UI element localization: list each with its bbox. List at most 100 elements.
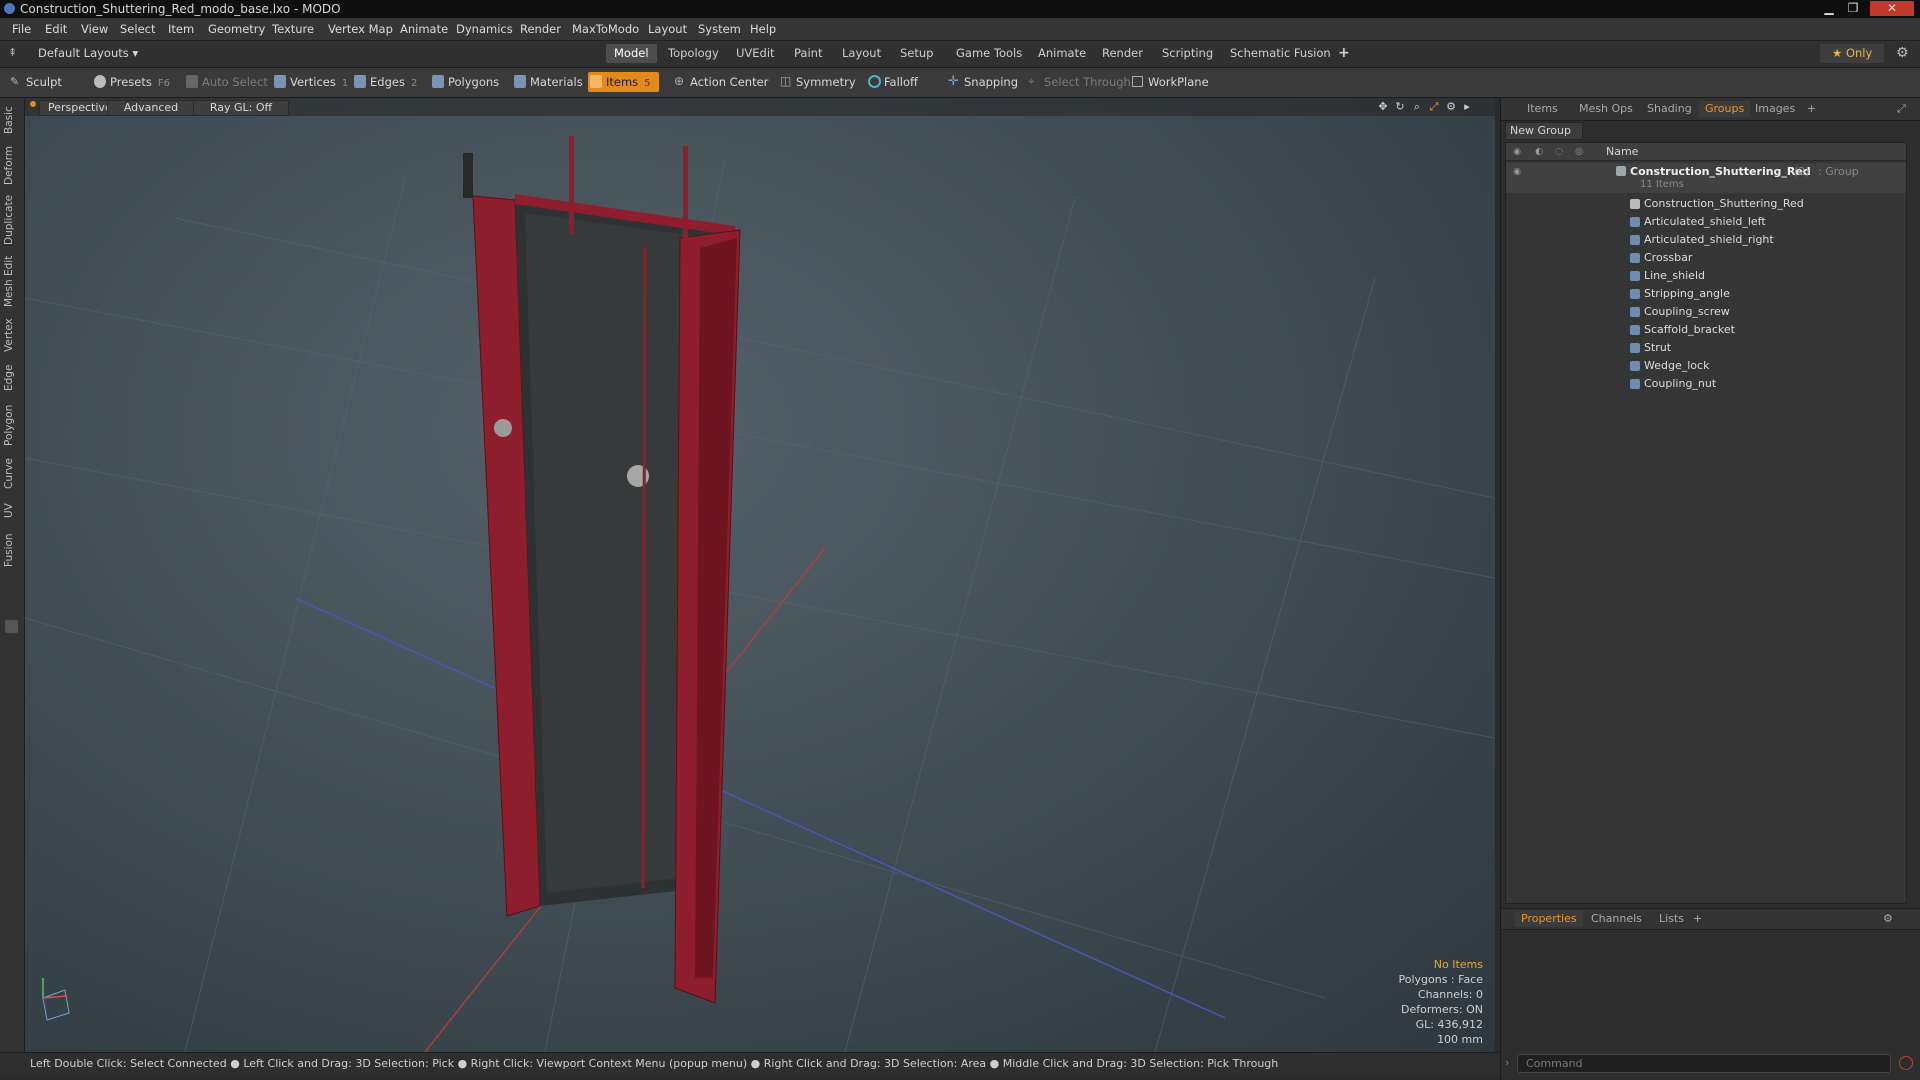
panel-expand-icon[interactable]: ⤢ bbox=[1891, 101, 1912, 117]
tab-groups[interactable]: Groups bbox=[1699, 101, 1751, 117]
tab-scripting[interactable]: Scripting bbox=[1154, 44, 1221, 63]
list-item[interactable]: Crossbar bbox=[1506, 249, 1906, 267]
tab-channels[interactable]: Channels bbox=[1585, 911, 1648, 927]
list-item[interactable]: Scaffold_bracket bbox=[1506, 321, 1906, 339]
sculpt-button[interactable]: ✎ Sculpt bbox=[8, 72, 62, 92]
record-macro-icon[interactable] bbox=[1899, 1056, 1913, 1070]
fit-view-icon[interactable]: ⤢ bbox=[1428, 101, 1440, 113]
snapping-button[interactable]: ✛ Snapping bbox=[946, 72, 1018, 92]
tab-schematic-fusion[interactable]: Schematic Fusion bbox=[1222, 44, 1339, 63]
minimize-button[interactable]: ▁ bbox=[1818, 1, 1840, 16]
falloff-icon bbox=[868, 75, 881, 88]
layout-selector[interactable]: Default Layouts ▾ bbox=[38, 46, 138, 60]
menu-view[interactable]: View bbox=[81, 22, 108, 36]
shading-mode-dropdown[interactable]: Advanced bbox=[107, 100, 195, 116]
side-tab-edge[interactable]: Edge bbox=[3, 362, 21, 394]
workplane-button[interactable]: WorkPlane bbox=[1130, 72, 1209, 92]
tab-mesh-ops[interactable]: Mesh Ops bbox=[1573, 101, 1639, 117]
menu-edit[interactable]: Edit bbox=[45, 22, 67, 36]
list-item[interactable]: Construction_Shuttering_Red bbox=[1506, 195, 1906, 213]
vertices-button[interactable]: Vertices 1 bbox=[272, 72, 348, 92]
add-properties-tab-button[interactable]: + bbox=[1687, 911, 1708, 927]
layout-arrow-icon[interactable]: ⇞ bbox=[8, 46, 17, 59]
menu-texture[interactable]: Texture bbox=[272, 22, 314, 36]
viewport-settings-icon[interactable]: ⚙ bbox=[1445, 101, 1457, 113]
menu-help[interactable]: Help bbox=[750, 22, 776, 36]
side-tab-fusion[interactable]: Fusion bbox=[3, 530, 21, 570]
list-item[interactable]: Wedge_lock bbox=[1506, 357, 1906, 375]
tab-render[interactable]: Render bbox=[1094, 44, 1151, 63]
side-tab-mesh-edit[interactable]: Mesh Edit bbox=[3, 254, 21, 308]
menu-dynamics[interactable]: Dynamics bbox=[456, 22, 513, 36]
command-input[interactable]: Command bbox=[1517, 1054, 1891, 1073]
list-item[interactable]: Articulated_shield_left bbox=[1506, 213, 1906, 231]
side-tab-uv[interactable]: UV bbox=[3, 500, 21, 522]
add-layout-tab-button[interactable]: + bbox=[1330, 44, 1358, 63]
tab-items[interactable]: Items bbox=[1521, 101, 1564, 117]
menu-file[interactable]: File bbox=[12, 22, 31, 36]
gear-icon[interactable]: ⚙ bbox=[1896, 45, 1909, 61]
rotate-view-icon[interactable]: ↻ bbox=[1394, 101, 1406, 113]
group-visibility-icon[interactable]: ◉ bbox=[1512, 167, 1522, 177]
3d-viewport[interactable]: Perspective Advanced Ray GL: Off ✥ ↻ ⌕ ⤢… bbox=[25, 98, 1495, 1052]
list-item[interactable]: Strut bbox=[1506, 339, 1906, 357]
side-tab-curve[interactable]: Curve bbox=[3, 456, 21, 492]
select-through-button[interactable]: ⌖ Select Through bbox=[1026, 72, 1131, 92]
toolbox-toggle-button[interactable] bbox=[5, 620, 18, 633]
presets-button[interactable]: Presets F6 bbox=[92, 72, 170, 92]
list-item[interactable]: Articulated_shield_right bbox=[1506, 231, 1906, 249]
side-tab-basic[interactable]: Basic bbox=[3, 104, 21, 136]
menu-animate[interactable]: Animate bbox=[400, 22, 448, 36]
tab-setup[interactable]: Setup bbox=[892, 44, 941, 63]
raygl-toggle[interactable]: Ray GL: Off bbox=[193, 100, 289, 116]
list-item[interactable]: Line_shield bbox=[1506, 267, 1906, 285]
list-item[interactable]: Coupling_screw bbox=[1506, 303, 1906, 321]
tab-lists[interactable]: Lists bbox=[1653, 911, 1690, 927]
move-view-icon[interactable]: ✥ bbox=[1377, 101, 1389, 113]
add-panel-tab-button[interactable]: + bbox=[1801, 101, 1822, 117]
name-column-header[interactable]: Name bbox=[1606, 145, 1638, 158]
symmetry-button[interactable]: ◫ Symmetry bbox=[778, 72, 856, 92]
only-toggle[interactable]: ★ Only bbox=[1820, 44, 1885, 63]
tab-model[interactable]: Model bbox=[606, 44, 657, 63]
side-tab-deform[interactable]: Deform bbox=[3, 144, 21, 186]
side-tab-duplicate[interactable]: Duplicate bbox=[3, 194, 21, 246]
falloff-button[interactable]: Falloff bbox=[866, 72, 918, 92]
tab-animate[interactable]: Animate bbox=[1030, 44, 1094, 63]
tab-game-tools[interactable]: Game Tools bbox=[948, 44, 1030, 63]
menu-geometry[interactable]: Geometry bbox=[208, 22, 265, 36]
side-tab-vertex[interactable]: Vertex bbox=[3, 316, 21, 354]
edges-button[interactable]: Edges 2 bbox=[352, 72, 417, 92]
menu-select[interactable]: Select bbox=[120, 22, 155, 36]
new-group-button[interactable]: New Group bbox=[1505, 122, 1583, 140]
menu-item[interactable]: Item bbox=[168, 22, 194, 36]
tab-topology[interactable]: Topology bbox=[660, 44, 727, 63]
side-tab-polygon[interactable]: Polygon bbox=[3, 402, 21, 448]
viewport-options-icon[interactable] bbox=[30, 101, 36, 107]
menu-system[interactable]: System bbox=[698, 22, 741, 36]
tab-properties[interactable]: Properties bbox=[1515, 911, 1583, 927]
tab-images[interactable]: Images bbox=[1749, 101, 1801, 117]
tab-shading[interactable]: Shading bbox=[1641, 101, 1698, 117]
tab-paint[interactable]: Paint bbox=[786, 44, 830, 63]
group-row[interactable]: ◉ Construction_Shuttering_Red (2) : Grou… bbox=[1506, 163, 1906, 193]
viewport-expand-icon[interactable]: ▸ bbox=[1461, 101, 1473, 113]
menu-vertex-map[interactable]: Vertex Map bbox=[328, 22, 393, 36]
action-center-button[interactable]: ⊕ Action Center bbox=[672, 72, 768, 92]
zoom-view-icon[interactable]: ⌕ bbox=[1411, 101, 1423, 113]
menu-layout[interactable]: Layout bbox=[648, 22, 687, 36]
items-button[interactable]: Items 5 bbox=[588, 72, 659, 92]
properties-settings-icon[interactable]: ⚙ bbox=[1877, 911, 1899, 927]
menu-maxtomodo[interactable]: MaxToModo bbox=[572, 22, 639, 36]
polygons-button[interactable]: Polygons bbox=[430, 72, 499, 92]
auto-select-button[interactable]: Auto Select bbox=[184, 72, 268, 92]
select-through-icon: ⌖ bbox=[1028, 74, 1035, 88]
restore-button[interactable]: ❐ bbox=[1842, 1, 1864, 16]
tab-layout[interactable]: Layout bbox=[834, 44, 889, 63]
menu-render[interactable]: Render bbox=[520, 22, 561, 36]
tab-uvedit[interactable]: UVEdit bbox=[728, 44, 783, 63]
close-button[interactable]: ✕ bbox=[1870, 1, 1914, 16]
list-item[interactable]: Stripping_angle bbox=[1506, 285, 1906, 303]
materials-button[interactable]: Materials bbox=[512, 72, 583, 92]
list-item[interactable]: Coupling_nut bbox=[1506, 375, 1906, 393]
